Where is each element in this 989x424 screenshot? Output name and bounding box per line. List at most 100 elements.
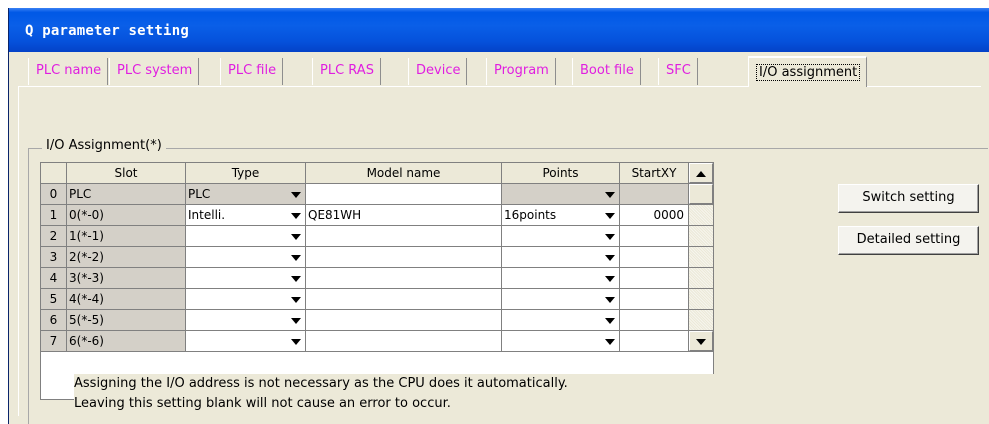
io-assignment-group-label: I/O Assignment(*) xyxy=(42,138,166,153)
slot-cell: 2(*-2) xyxy=(67,247,186,268)
type-value: PLC xyxy=(188,187,211,201)
switch-setting-button[interactable]: Switch setting xyxy=(838,184,979,213)
table-row: 3 2(*-2) xyxy=(41,247,713,268)
chevron-down-icon xyxy=(605,192,615,198)
type-select[interactable]: Intelli. xyxy=(186,205,306,226)
model-name-input[interactable] xyxy=(306,310,502,331)
chevron-down-icon xyxy=(605,234,615,240)
table-header-row: Slot Type Model name Points StartXY xyxy=(41,163,713,184)
type-select[interactable]: PLC xyxy=(186,184,306,205)
start-xy-input[interactable] xyxy=(620,247,689,268)
type-select[interactable] xyxy=(186,289,306,310)
model-name-input[interactable] xyxy=(306,289,502,310)
type-select[interactable] xyxy=(186,268,306,289)
chevron-down-icon xyxy=(605,255,615,261)
tab-io-assignment-label: I/O assignment xyxy=(756,64,861,81)
row-number: 5 xyxy=(41,289,67,310)
points-select[interactable] xyxy=(502,226,620,247)
note-line-2: Leaving this setting blank will not caus… xyxy=(74,396,451,411)
start-xy-input[interactable]: 0000 xyxy=(620,205,689,226)
io-assignment-table: Slot Type Model name Points StartXY 0 PL… xyxy=(40,162,714,400)
header-start-xy: StartXY xyxy=(620,163,689,184)
tab-plc-system[interactable]: PLC system xyxy=(109,58,200,85)
chevron-down-icon xyxy=(605,339,615,345)
type-select[interactable] xyxy=(186,331,306,352)
tab-plc-file[interactable]: PLC file xyxy=(220,58,284,85)
tab-boot-file[interactable]: Boot file xyxy=(572,58,641,85)
points-select[interactable] xyxy=(502,289,620,310)
header-slot: Slot xyxy=(67,163,186,184)
table-row: 5 4(*-4) xyxy=(41,289,713,310)
points-select[interactable]: 16points xyxy=(502,205,620,226)
model-name-input[interactable] xyxy=(306,247,502,268)
points-select[interactable] xyxy=(502,331,620,352)
table-row: 6 5(*-5) xyxy=(41,310,713,331)
start-xy-input[interactable] xyxy=(620,289,689,310)
type-value: Intelli. xyxy=(188,208,226,222)
chevron-down-icon xyxy=(291,339,301,345)
points-select[interactable] xyxy=(502,184,620,205)
table-row: 7 6(*-6) xyxy=(41,331,713,352)
type-select[interactable] xyxy=(186,226,306,247)
start-xy-input[interactable] xyxy=(620,268,689,289)
start-xy-input[interactable] xyxy=(620,184,689,205)
row-number: 1 xyxy=(41,205,67,226)
points-select[interactable] xyxy=(502,268,620,289)
header-type: Type xyxy=(186,163,306,184)
table-row: 1 0(*-0) Intelli. QE81WH 16points 0000 xyxy=(41,205,713,226)
start-xy-input[interactable] xyxy=(620,331,689,352)
slot-cell: PLC xyxy=(67,184,186,205)
points-select[interactable] xyxy=(502,310,620,331)
model-name-input[interactable] xyxy=(306,226,502,247)
type-select[interactable] xyxy=(186,247,306,268)
chevron-down-icon xyxy=(291,276,301,282)
model-name-input[interactable]: QE81WH xyxy=(306,205,502,226)
tab-device[interactable]: Device xyxy=(408,58,468,85)
start-xy-input[interactable] xyxy=(620,226,689,247)
type-select[interactable] xyxy=(186,310,306,331)
tab-plc-ras[interactable]: PLC RAS xyxy=(312,58,381,85)
chevron-down-icon xyxy=(605,276,615,282)
window-title: Q parameter setting xyxy=(25,23,189,39)
chevron-down-icon xyxy=(291,318,301,324)
scrollbar-track[interactable] xyxy=(689,268,713,289)
row-number: 4 xyxy=(41,268,67,289)
scrollbar-track[interactable] xyxy=(689,310,713,331)
start-xy-input[interactable] xyxy=(620,310,689,331)
slot-cell: 3(*-3) xyxy=(67,268,186,289)
header-points: Points xyxy=(502,163,620,184)
row-number: 7 xyxy=(41,331,67,352)
tab-plc-name[interactable]: PLC name xyxy=(28,58,109,85)
chevron-down-icon xyxy=(605,213,615,219)
scrollbar-down-button[interactable] xyxy=(689,331,713,352)
tab-io-assignment[interactable]: I/O assignment xyxy=(748,56,868,87)
chevron-down-icon xyxy=(605,318,615,324)
row-number: 0 xyxy=(41,184,67,205)
table-row: 4 3(*-3) xyxy=(41,268,713,289)
slot-cell: 4(*-4) xyxy=(67,289,186,310)
scrollbar-track[interactable] xyxy=(689,247,713,268)
row-number: 3 xyxy=(41,247,67,268)
header-model-name: Model name xyxy=(306,163,502,184)
scrollbar-thumb[interactable] xyxy=(689,184,713,205)
chevron-down-icon xyxy=(605,297,615,303)
model-name-input[interactable] xyxy=(306,184,502,205)
row-number: 2 xyxy=(41,226,67,247)
slot-cell: 6(*-6) xyxy=(67,331,186,352)
scrollbar-track[interactable] xyxy=(689,289,713,310)
scrollbar-up-button[interactable] xyxy=(689,163,713,184)
slot-cell: 5(*-5) xyxy=(67,310,186,331)
note-line-1: Assigning the I/O address is not necessa… xyxy=(74,376,568,391)
slot-cell: 0(*-0) xyxy=(67,205,186,226)
chevron-down-icon xyxy=(291,192,301,198)
detailed-setting-button[interactable]: Detailed setting xyxy=(838,226,979,255)
scrollbar-track[interactable] xyxy=(689,226,713,247)
tab-program[interactable]: Program xyxy=(486,58,556,85)
points-select[interactable] xyxy=(502,247,620,268)
title-bar[interactable]: Q parameter setting xyxy=(9,8,989,52)
model-name-input[interactable] xyxy=(306,268,502,289)
tab-sfc[interactable]: SFC xyxy=(658,58,698,85)
model-name-input[interactable] xyxy=(306,331,502,352)
points-value: 16points xyxy=(504,208,557,222)
scrollbar-track[interactable] xyxy=(689,205,713,226)
